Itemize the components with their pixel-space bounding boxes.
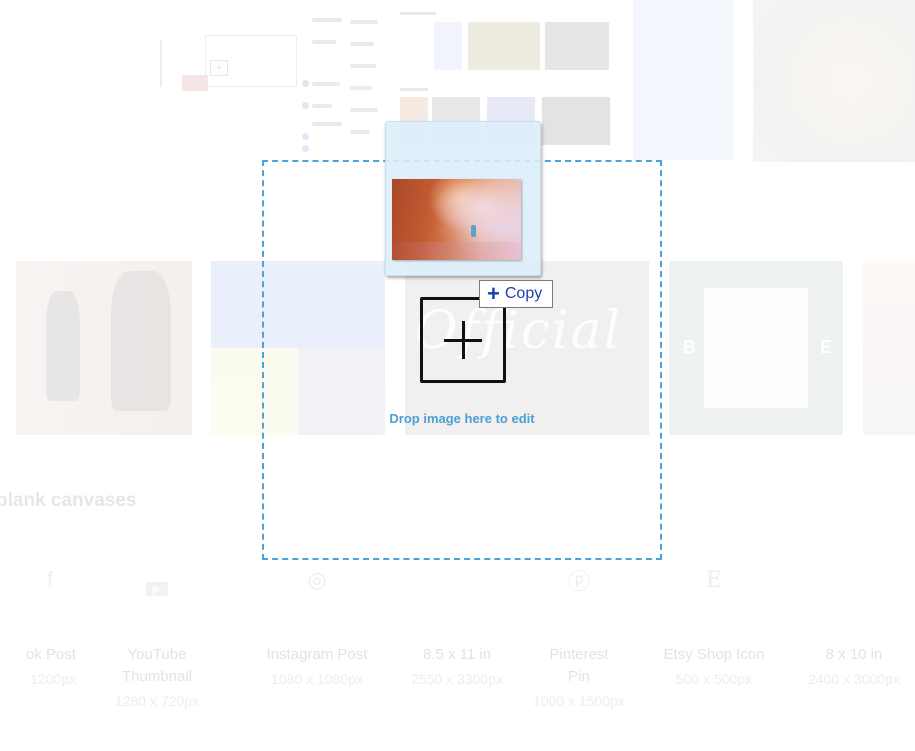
canvas-size: 1080 x 1080px bbox=[271, 671, 363, 687]
preview-add-icon: + bbox=[210, 60, 228, 76]
editor-preview-panel: + bbox=[20, 0, 297, 161]
canyon-photo-thumbnail bbox=[392, 179, 521, 260]
youtube-icon: ▶ bbox=[77, 578, 237, 600]
etsy-icon: E bbox=[705, 567, 723, 593]
canvas-option-youtube[interactable]: ▶ YouTube Thumbnail 1280 x 720px bbox=[77, 560, 237, 709]
canvas-option-8x10[interactable]: 8 x 10 in 2400 x 3000px bbox=[774, 560, 915, 687]
instagram-icon: ◎ bbox=[307, 567, 327, 592]
template-card[interactable] bbox=[16, 261, 192, 435]
canvas-option-etsy[interactable]: E Etsy Shop Icon 500 x 500px bbox=[634, 560, 794, 688]
preview-image-thumbnail bbox=[182, 75, 208, 91]
canvas-size: 500 x 500px bbox=[675, 671, 753, 687]
background-template-card bbox=[633, 0, 733, 160]
template-card[interactable]: B G S E bbox=[669, 261, 843, 435]
canvas-name: Instagram Post bbox=[266, 646, 368, 663]
canvas-name: Pinterest Pin bbox=[549, 646, 609, 685]
add-box-icon bbox=[420, 297, 506, 383]
canvas-name: YouTube Thumbnail bbox=[121, 646, 193, 685]
drop-zone-label: Drop image here to edit bbox=[389, 411, 535, 426]
background-sidebar bbox=[298, 0, 393, 152]
canvas-name: 8 x 10 in bbox=[825, 646, 883, 663]
canvas-size: 1000 x 1500px bbox=[533, 693, 625, 709]
canvas-size: 1280 x 720px bbox=[114, 693, 200, 709]
template-sale-letters: B G S E bbox=[683, 337, 833, 357]
copy-label: Copy bbox=[504, 285, 543, 302]
plus-icon: + bbox=[487, 281, 500, 306]
copy-cursor-badge: + Copy bbox=[479, 280, 554, 308]
person-figure bbox=[471, 225, 476, 237]
section-title: blank canvases bbox=[0, 490, 137, 511]
canvas-name: Etsy Shop Icon bbox=[663, 646, 765, 663]
document-icon bbox=[774, 560, 915, 600]
template-card[interactable] bbox=[863, 261, 915, 435]
preview-divider bbox=[160, 40, 162, 87]
canvas-size: 2400 x 3000px bbox=[808, 671, 900, 687]
background-photo-card bbox=[753, 0, 915, 162]
canvas-option-instagram[interactable]: ◎ Instagram Post 1080 x 1080px bbox=[237, 560, 397, 687]
